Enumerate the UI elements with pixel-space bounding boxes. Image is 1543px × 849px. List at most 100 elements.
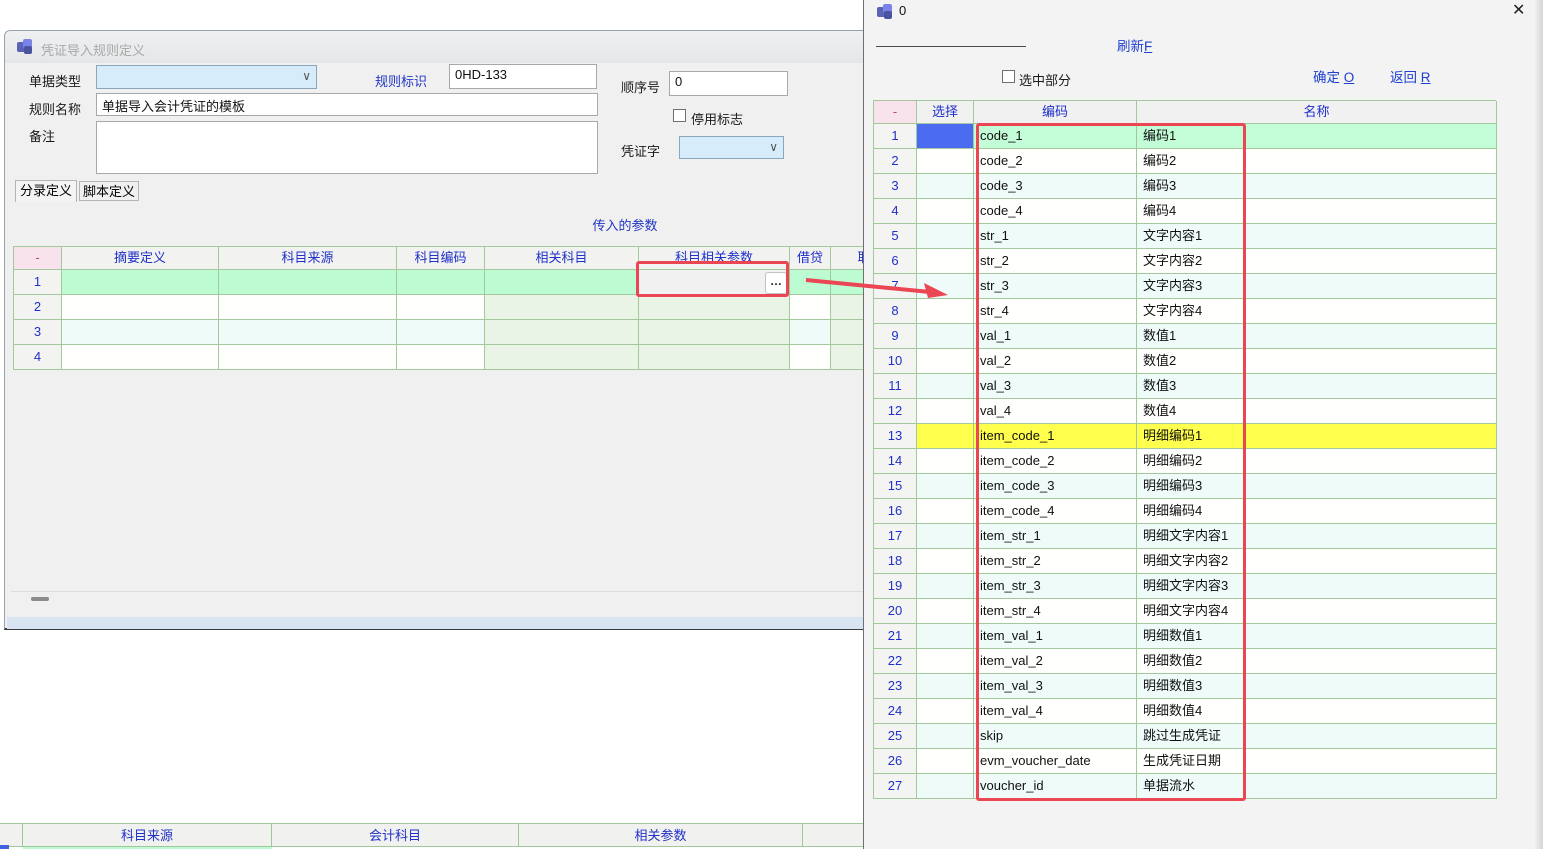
select-cell[interactable] [917,699,974,724]
code-cell[interactable]: val_2 [974,349,1137,374]
select-cell[interactable] [917,424,974,449]
cell[interactable] [397,270,485,295]
table-row[interactable]: 2 [14,295,911,320]
table-row[interactable]: 1 … [14,270,911,295]
table-row[interactable]: 6str_2文字内容2 [874,249,1496,274]
table-row[interactable]: 25 skip跳过生成凭证 [874,724,1496,749]
row-number[interactable]: 9 [874,324,917,349]
table-row[interactable]: 14item_code_2明细编码2 [874,449,1496,474]
name-cell[interactable]: 跳过生成凭证 [1137,724,1497,749]
row-number[interactable]: 1 [874,124,917,149]
code-cell[interactable]: val_4 [974,399,1137,424]
table-row[interactable]: 1code_1编码1 [874,124,1496,149]
code-cell[interactable]: item_str_1 [974,524,1137,549]
table-row[interactable]: 20item_str_4明细文字内容4 [874,599,1496,624]
row-number[interactable]: 18 [874,549,917,574]
code-cell[interactable]: item_str_2 [974,549,1137,574]
code-cell[interactable]: code_4 [974,199,1137,224]
cell[interactable] [397,345,485,370]
table-row[interactable]: 12val_4数值4 [874,399,1496,424]
splitter-handle[interactable] [31,597,49,601]
row-number[interactable]: 19 [874,574,917,599]
row-number[interactable]: 2 [874,149,917,174]
code-cell[interactable]: str_2 [974,249,1137,274]
select-cell[interactable] [917,324,974,349]
row-number[interactable]: 13 [874,424,917,449]
name-cell[interactable]: 编码3 [1137,174,1497,199]
table-row[interactable]: 22 item_val_2明细数值2 [874,649,1496,674]
code-cell[interactable]: val_3 [974,374,1137,399]
name-cell[interactable]: 明细文字内容3 [1137,574,1497,599]
name-cell[interactable]: 编码4 [1137,199,1497,224]
refresh-link[interactable]: 刷新F [1117,35,1152,55]
remark-textarea[interactable] [96,121,598,174]
row-number[interactable]: 15 [874,474,917,499]
select-cell[interactable] [917,674,974,699]
name-cell[interactable]: 编码2 [1137,149,1497,174]
name-cell[interactable]: 明细文字内容1 [1137,524,1497,549]
row-number[interactable]: 23 [874,674,917,699]
name-cell[interactable]: 明细编码4 [1137,499,1497,524]
name-cell[interactable]: 文字内容4 [1137,299,1497,324]
code-cell[interactable]: item_val_1 [974,624,1137,649]
cell[interactable] [485,345,639,370]
cell[interactable] [62,295,219,320]
code-cell[interactable]: item_code_1 [974,424,1137,449]
disable-flag-checkbox[interactable] [673,109,686,122]
cell[interactable] [219,270,397,295]
row-number[interactable]: 26 [874,749,917,774]
subject-params-edit-cell[interactable]: … [639,270,790,295]
code-cell[interactable]: code_3 [974,174,1137,199]
code-cell[interactable]: voucher_id [974,774,1137,799]
doc-type-dropdown[interactable]: ∨ [96,65,317,89]
cell[interactable] [485,320,639,345]
name-cell[interactable]: 单据流水 [1137,774,1497,799]
rule-id-input[interactable]: 0HD-133 [449,64,597,89]
cell[interactable] [397,295,485,320]
name-cell[interactable]: 文字内容1 [1137,224,1497,249]
cell[interactable] [485,270,639,295]
table-row[interactable]: 2 code_2编码2 [874,149,1496,174]
cell[interactable] [219,320,397,345]
cell[interactable] [62,320,219,345]
rule-name-input[interactable]: 单据导入会计凭证的模板 [96,93,598,116]
name-cell[interactable]: 编码1 [1137,124,1497,149]
select-cell[interactable] [917,624,974,649]
cell[interactable] [62,270,219,295]
row-number[interactable]: 25 [874,724,917,749]
table-row[interactable]: 9val_1数值1 [874,324,1496,349]
code-cell[interactable]: item_code_2 [974,449,1137,474]
name-cell[interactable]: 明细编码3 [1137,474,1497,499]
name-cell[interactable]: 明细编码1 [1137,424,1497,449]
code-cell[interactable]: skip [974,724,1137,749]
name-cell[interactable]: 生成凭证日期 [1137,749,1497,774]
cell[interactable] [639,345,790,370]
table-row[interactable]: 10val_2数值2 [874,349,1496,374]
row-number[interactable]: 5 [874,224,917,249]
select-cell[interactable] [917,774,974,799]
cell[interactable] [397,320,485,345]
select-cell[interactable] [917,449,974,474]
row-number[interactable]: 14 [874,449,917,474]
code-cell[interactable]: val_1 [974,324,1137,349]
row-number[interactable]: 21 [874,624,917,649]
table-row[interactable]: 16item_code_4明细编码4 [874,499,1496,524]
table-row[interactable]: 5str_1文字内容1 [874,224,1496,249]
cell[interactable] [485,295,639,320]
row-number[interactable]: 20 [874,599,917,624]
name-cell[interactable]: 明细数值3 [1137,674,1497,699]
code-cell[interactable]: item_val_2 [974,649,1137,674]
name-cell[interactable]: 数值4 [1137,399,1497,424]
seq-input[interactable]: 0 [669,71,788,96]
tab-script-definition[interactable]: 脚本定义 [79,181,139,201]
table-row[interactable]: 3code_3编码3 [874,174,1496,199]
select-cell[interactable] [917,149,974,174]
code-cell[interactable]: code_2 [974,149,1137,174]
cell[interactable] [639,295,790,320]
name-cell[interactable]: 明细数值2 [1137,649,1497,674]
ok-button[interactable]: 确定 O [1313,66,1354,86]
row-number[interactable]: 3 [14,320,62,345]
row-number[interactable]: 22 [874,649,917,674]
code-cell[interactable]: evm_voucher_date [974,749,1137,774]
row-number[interactable]: 11 [874,374,917,399]
